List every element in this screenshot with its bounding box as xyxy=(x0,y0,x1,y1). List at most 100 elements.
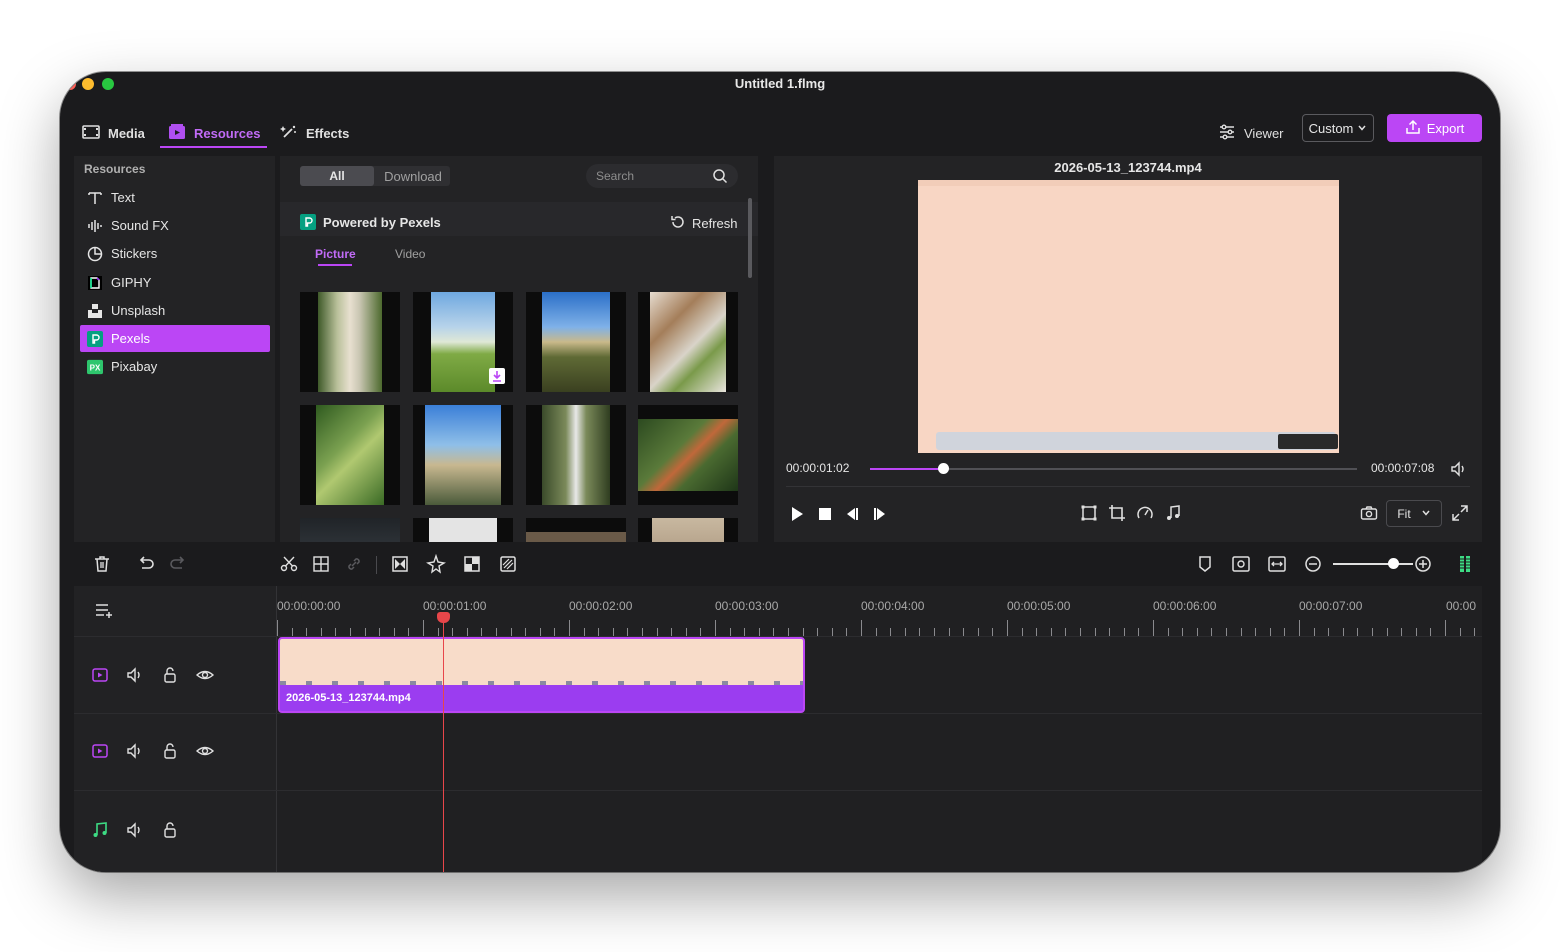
sliders-icon xyxy=(1218,123,1236,144)
layout-select[interactable]: Custom xyxy=(1302,114,1374,142)
zoom-fit-select[interactable]: Fit xyxy=(1386,500,1442,527)
timeline-zoom-handle[interactable] xyxy=(1388,558,1399,569)
photo-thumbnail[interactable] xyxy=(413,518,513,542)
photo-thumbnail[interactable] xyxy=(300,292,400,392)
ruler-label: 00:00:02:00 xyxy=(569,599,633,613)
pexels-icon xyxy=(87,330,103,347)
viewer-toggle[interactable]: Viewer xyxy=(1218,118,1284,148)
photo-thumbnail[interactable] xyxy=(300,518,400,542)
sidebar-item-stickers[interactable]: Stickers xyxy=(80,240,270,267)
mask-icon[interactable] xyxy=(462,554,482,574)
speed-icon[interactable] xyxy=(1136,504,1154,527)
sidebar-heading: Resources xyxy=(84,162,146,176)
previous-frame-button[interactable] xyxy=(843,505,861,528)
play-button[interactable] xyxy=(788,505,806,528)
sidebar-item-unsplash[interactable]: Unsplash xyxy=(80,297,270,324)
current-time: 00:00:01:02 xyxy=(786,461,850,475)
tab-effects-label: Effects xyxy=(306,125,350,141)
scissors-icon[interactable] xyxy=(279,554,299,574)
video-clip[interactable]: 2026-05-13_123744.mp4 xyxy=(278,637,805,713)
search-input[interactable]: Search xyxy=(586,164,738,188)
tab-effects[interactable]: Effects xyxy=(280,118,349,148)
add-track-icon[interactable] xyxy=(94,600,114,620)
undo-icon[interactable] xyxy=(136,554,156,574)
ruler-label: 00:00 xyxy=(1446,599,1477,613)
library-scrollbar[interactable] xyxy=(748,198,752,278)
freeze-frame-icon[interactable] xyxy=(390,554,410,574)
track-volume-icon[interactable] xyxy=(125,820,145,840)
volume-icon[interactable] xyxy=(1450,460,1468,483)
split-icon[interactable] xyxy=(311,554,331,574)
search-icon[interactable] xyxy=(712,168,728,189)
sidebar-item-text[interactable]: Text xyxy=(80,184,270,211)
layout-select-value: Custom xyxy=(1308,120,1354,136)
film-icon xyxy=(82,123,100,144)
fullscreen-icon[interactable] xyxy=(1451,504,1469,527)
ruler-label: 00:00:04:00 xyxy=(861,599,925,613)
sidebar-item-pixabay[interactable]: PX Pixabay xyxy=(80,353,270,380)
sidebar-item-pexels[interactable]: Pexels xyxy=(80,325,270,352)
tab-resources[interactable]: Resources xyxy=(168,118,260,148)
photo-thumbnail[interactable] xyxy=(526,518,626,542)
svg-text:PX: PX xyxy=(90,363,101,372)
audio-meter-icon[interactable] xyxy=(1455,554,1475,574)
sidebar-item-label: Pixabay xyxy=(111,359,158,374)
tab-picture[interactable]: Picture xyxy=(315,247,356,261)
picture-tab-indicator xyxy=(318,264,352,266)
sparkle-effect-icon[interactable] xyxy=(426,553,446,574)
adjust-icon[interactable] xyxy=(498,554,518,574)
track-lock-icon[interactable] xyxy=(160,820,180,840)
photo-thumbnail[interactable] xyxy=(638,292,738,392)
zoom-to-fit-icon[interactable] xyxy=(1231,554,1251,574)
export-label: Export xyxy=(1426,120,1465,136)
video-preview[interactable] xyxy=(918,180,1339,453)
photo-thumbnail[interactable] xyxy=(413,292,513,392)
fit-timeline-icon[interactable] xyxy=(1267,554,1287,574)
refresh-button[interactable]: Refresh xyxy=(670,214,738,233)
sticker-icon xyxy=(87,246,103,262)
playhead-handle[interactable] xyxy=(437,612,450,623)
photo-thumbnail[interactable] xyxy=(526,292,626,392)
music-note-icon[interactable] xyxy=(1164,504,1182,527)
track-volume-icon[interactable] xyxy=(125,741,145,761)
stop-button[interactable] xyxy=(816,505,834,528)
track-lock-icon[interactable] xyxy=(160,741,180,761)
viewer-panel: 2026-05-13_123744.mp4 00:00:01:02 00:00:… xyxy=(774,156,1482,542)
track-visibility-icon[interactable] xyxy=(195,741,215,761)
link-icon[interactable] xyxy=(344,554,364,574)
redo-icon[interactable] xyxy=(168,554,188,574)
ruler-label: 00:00:07:00 xyxy=(1299,599,1363,613)
photo-thumbnail[interactable] xyxy=(413,405,513,505)
track-lock-icon[interactable] xyxy=(160,665,180,685)
marker-icon[interactable] xyxy=(1195,554,1215,574)
tab-video[interactable]: Video xyxy=(395,247,425,261)
crop-icon[interactable] xyxy=(1108,504,1126,527)
zoom-fit-value: Fit xyxy=(1397,506,1411,521)
sidebar-item-sound-fx[interactable]: Sound FX xyxy=(80,212,270,239)
tab-active-indicator xyxy=(160,146,267,148)
photo-thumbnail[interactable] xyxy=(638,518,738,542)
timeline-ruler[interactable] xyxy=(277,616,1482,636)
track-visibility-icon[interactable] xyxy=(195,665,215,685)
unsplash-icon xyxy=(87,303,103,319)
download-badge-icon[interactable] xyxy=(489,368,505,384)
transform-icon[interactable] xyxy=(1080,504,1098,527)
zoom-in-icon[interactable] xyxy=(1413,554,1433,574)
photo-thumbnail[interactable] xyxy=(526,405,626,505)
export-button[interactable]: Export xyxy=(1387,114,1482,142)
tab-media[interactable]: Media xyxy=(82,118,145,148)
photo-thumbnail[interactable] xyxy=(638,405,738,505)
camera-snapshot-icon[interactable] xyxy=(1360,504,1378,527)
scrubber-handle[interactable] xyxy=(938,463,950,474)
photo-thumbnail[interactable] xyxy=(300,405,400,505)
waveform-icon xyxy=(87,218,103,234)
sidebar-item-giphy[interactable]: GIPHY xyxy=(80,269,270,296)
track-volume-icon[interactable] xyxy=(125,665,145,685)
delete-icon[interactable] xyxy=(92,554,112,574)
next-frame-button[interactable] xyxy=(871,505,889,528)
segment-all[interactable]: All xyxy=(300,166,374,186)
timeline-zoom-slider[interactable] xyxy=(1333,563,1413,565)
segment-download[interactable]: Download xyxy=(376,166,450,186)
zoom-out-icon[interactable] xyxy=(1303,554,1323,574)
upload-icon xyxy=(1405,119,1421,138)
